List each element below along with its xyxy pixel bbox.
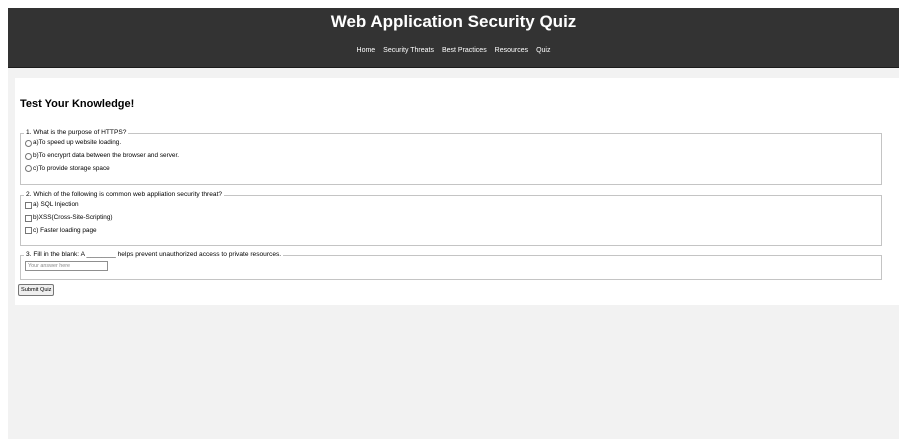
nav-link-security-threats[interactable]: Security Threats — [383, 47, 434, 54]
checkbox[interactable] — [25, 227, 32, 235]
option-label: c)To provide storage space — [33, 164, 110, 172]
quiz-heading: Test Your Knowledge! — [20, 98, 135, 110]
answer-input[interactable] — [25, 261, 108, 271]
radio-button[interactable] — [25, 139, 32, 147]
site-header: Web Application Security Quiz Home Secur… — [8, 8, 899, 68]
question-1: 1. What is the purpose of HTTPS? a)To sp… — [20, 129, 882, 185]
checkbox[interactable] — [25, 214, 32, 222]
question-1-option-c[interactable]: c)To provide storage space — [25, 163, 875, 176]
page-title: Web Application Security Quiz — [330, 12, 577, 31]
question-1-legend: 1. What is the purpose of HTTPS? — [26, 129, 127, 136]
nav-link-quiz[interactable]: Quiz — [536, 47, 550, 54]
question-3: 3. Fill in the blank: A ________ helps p… — [20, 251, 882, 280]
nav-link-best-practices[interactable]: Best Practices — [442, 47, 487, 54]
question-2: 2. Which of the following is common web … — [20, 191, 882, 246]
submit-quiz-button[interactable]: Submit Quiz — [18, 284, 55, 296]
question-3-legend: 3. Fill in the blank: A ________ helps p… — [26, 251, 282, 258]
question-2-option-b[interactable]: b)XSS(Cross-Site-Scripting) — [25, 212, 875, 225]
question-1-option-a[interactable]: a)To speed up website loading. — [25, 137, 875, 150]
question-1-option-b[interactable]: b)To encryprt data between the browser a… — [25, 150, 875, 163]
option-label: c) Faster loading page — [33, 226, 97, 234]
question-2-option-a[interactable]: a) SQL Injection — [25, 199, 875, 212]
radio-button[interactable] — [25, 152, 32, 160]
radio-button[interactable] — [25, 165, 32, 173]
option-label: a)To speed up website loading. — [33, 139, 122, 146]
option-label: a) SQL Injection — [33, 201, 79, 208]
checkbox[interactable] — [25, 201, 32, 209]
page-background: Web Application Security Quiz Home Secur… — [8, 8, 899, 439]
quiz-section: Test Your Knowledge! 1. What is the purp… — [15, 78, 899, 305]
nav-link-home[interactable]: Home — [357, 47, 376, 54]
main-nav: Home Security Threats Best Practices Res… — [8, 46, 899, 55]
question-2-legend: 2. Which of the following is common web … — [26, 191, 223, 198]
option-label: b)XSS(Cross-Site-Scripting) — [33, 213, 113, 221]
option-label: b)To encryprt data between the browser a… — [33, 151, 179, 159]
nav-link-resources[interactable]: Resources — [495, 47, 528, 54]
question-2-option-c[interactable]: c) Faster loading page — [25, 225, 875, 238]
